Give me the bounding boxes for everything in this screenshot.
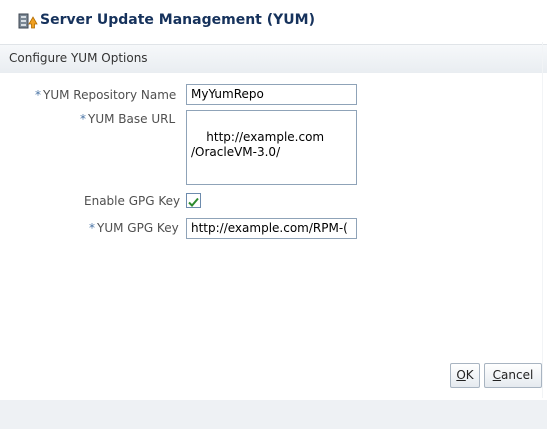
repo-name-label-text: YUM Repository Name <box>43 88 177 102</box>
enable-gpg-label: Enable GPG Key <box>84 194 181 208</box>
gpg-key-label: * YUM GPG Key <box>89 221 179 235</box>
cancel-button[interactable]: Cancel <box>484 363 542 388</box>
gpg-key-label-text: YUM GPG Key <box>97 221 179 235</box>
yum-dialog: Server Update Management (YUM) Configure… <box>0 0 547 429</box>
cancel-mnemonic: C <box>492 368 502 382</box>
ok-button[interactable]: OK <box>450 363 480 388</box>
ok-mnemonic: O <box>456 368 466 382</box>
enable-gpg-checkbox[interactable] <box>186 193 201 208</box>
section-header: Configure YUM Options <box>0 44 547 74</box>
repo-name-input[interactable]: MyYumRepo <box>186 84 357 105</box>
dialog-title: Server Update Management (YUM) <box>40 12 315 28</box>
checkmark-icon <box>188 197 199 207</box>
required-marker: * <box>89 221 95 235</box>
base-url-label: * YUM Base URL <box>80 112 175 126</box>
repo-name-label: * YUM Repository Name <box>35 88 176 102</box>
dialog-title-bar: Server Update Management (YUM) <box>0 0 547 40</box>
base-url-label-text: YUM Base URL <box>88 112 176 126</box>
cancel-label-rest: ancel <box>501 368 534 382</box>
resize-grip-icon[interactable] <box>343 171 353 181</box>
base-url-textarea[interactable]: http://example.com /OracleVM-3.0/ <box>186 110 357 185</box>
dialog-divider <box>542 42 543 398</box>
required-marker: * <box>35 88 41 102</box>
server-update-icon <box>18 12 38 30</box>
gpg-key-input[interactable]: http://example.com/RPM-( <box>186 218 357 239</box>
dialog-footer <box>0 400 547 429</box>
required-marker: * <box>80 112 86 126</box>
ok-label-rest: K <box>465 368 474 382</box>
section-title: Configure YUM Options <box>9 51 148 65</box>
base-url-value: http://example.com /OracleVM-3.0/ <box>191 130 325 159</box>
